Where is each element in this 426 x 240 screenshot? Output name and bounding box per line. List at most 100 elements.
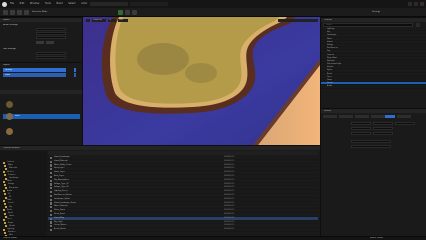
details-tab-general[interactable]	[323, 115, 337, 118]
asset-icon	[50, 209, 53, 213]
layer-label-rock: Rock	[15, 115, 20, 117]
viewport-transform-tools[interactable]	[278, 19, 318, 22]
content-icon[interactable]	[17, 10, 22, 15]
brush-falloff-field[interactable]	[36, 32, 66, 35]
rock-thumbnail-icon[interactable]	[6, 113, 13, 120]
details-location-y[interactable]	[373, 122, 393, 125]
outliner-row[interactable]: Audio	[321, 85, 426, 89]
details-tab-rendering[interactable]	[397, 115, 411, 118]
tool-settings-header: Tool Settings	[3, 48, 16, 50]
save-icon[interactable]	[3, 10, 8, 15]
asset-icon	[50, 221, 53, 224]
menu-build[interactable]: Build	[57, 0, 63, 8]
tool-strength-field[interactable]	[36, 52, 66, 55]
asset-icon	[50, 187, 53, 190]
tool-target-field[interactable]	[36, 56, 66, 59]
brush-mode-button[interactable]	[46, 41, 54, 44]
menu-select[interactable]: Select	[68, 0, 75, 8]
outliner-title: Outliner	[324, 18, 333, 21]
menu-window[interactable]: Window	[30, 0, 39, 8]
brush-shape-button[interactable]	[36, 41, 44, 44]
asset-icon	[50, 171, 53, 175]
asset-icon	[50, 164, 53, 167]
folder-list: Content Maps Materials Meshes Textures Landsc…	[0, 161, 47, 238]
details-location-x[interactable]	[351, 122, 371, 125]
details-rotation-y[interactable]	[373, 127, 393, 130]
details-mobility-field[interactable]	[351, 140, 391, 143]
brush-size-field[interactable]	[36, 28, 66, 31]
menu-edit[interactable]: Edit	[20, 0, 25, 8]
asset-icon	[50, 217, 53, 220]
details-scale-y[interactable]	[373, 132, 393, 135]
details-title: Details	[324, 109, 331, 112]
viewport-lit-button[interactable]: Lit	[108, 19, 116, 22]
asset-row[interactable]: Beach_Rocks 2024/01/12	[48, 228, 318, 232]
sand-thumbnail-icon[interactable]	[6, 101, 13, 108]
layer-list-header	[0, 90, 82, 94]
modes-tab[interactable]: Modes	[0, 18, 82, 22]
details-panel: Details	[321, 109, 426, 236]
brush-settings-header: Brush Settings	[3, 24, 18, 26]
folder-tree: Content Maps Materials Meshes Textures Landsc…	[0, 151, 47, 237]
menu-file[interactable]: File	[10, 0, 14, 8]
details-tab-physics[interactable]	[385, 115, 395, 118]
level-tab[interactable]	[90, 2, 128, 6]
details-scale-x[interactable]	[351, 132, 371, 135]
asset-icon	[50, 225, 53, 228]
layer-toggle[interactable]	[66, 68, 74, 77]
maximize-icon[interactable]	[414, 2, 418, 6]
divider	[0, 62, 82, 63]
modes-tab-label: Modes	[3, 18, 10, 21]
layer-label-ground: Ground	[5, 68, 13, 71]
viewport-show-label: Show	[119, 20, 124, 21]
viewport-scene	[83, 17, 320, 145]
asset-icon	[50, 160, 53, 163]
viewport-menu-icon[interactable]	[86, 19, 90, 22]
details-rotation-x[interactable]	[351, 127, 371, 130]
outliner-search-input[interactable]: Search...	[323, 23, 413, 27]
details-tab-misc[interactable]	[371, 115, 385, 118]
asset-icon	[50, 206, 53, 209]
minimize-icon[interactable]	[408, 2, 412, 6]
details-tab-actor[interactable]	[339, 115, 353, 118]
app-logo-icon[interactable]	[2, 1, 7, 7]
status-bar: Content Drawer Source Control	[0, 236, 426, 240]
outliner-tab[interactable]: Outliner	[321, 18, 426, 22]
select-mode-icon[interactable]	[10, 10, 15, 15]
play-icon[interactable]	[118, 10, 123, 15]
selection-mode-label: Selection Mode	[32, 10, 48, 13]
settings-label[interactable]: Settings	[372, 11, 380, 13]
asset-date: 2024/01/12	[224, 228, 235, 231]
content-browser-title: Content Browser	[3, 146, 20, 149]
viewport-show-button[interactable]: Show	[118, 19, 128, 22]
asset-icon	[50, 190, 53, 194]
blueprint-icon[interactable]	[24, 10, 29, 15]
close-icon[interactable]	[420, 2, 424, 6]
asset-name: Beach_Rocks	[54, 228, 66, 231]
asset-icon	[50, 198, 53, 201]
level-tab-2[interactable]	[130, 2, 168, 6]
outliner-search-placeholder: Search...	[326, 25, 333, 26]
stop-icon[interactable]	[132, 10, 137, 15]
details-tab[interactable]: Details	[321, 109, 426, 113]
details-location-z[interactable]	[395, 122, 415, 125]
details-tab-lod[interactable]	[355, 115, 369, 118]
content-path-bar	[48, 151, 318, 155]
content-browser-tab[interactable]: Content Browser	[0, 146, 320, 150]
layer-item-rock[interactable]: Rock	[3, 114, 80, 119]
layer-label-sand: Sand	[5, 73, 11, 76]
grass-thumbnail-icon[interactable]	[6, 128, 13, 135]
asset-icon	[50, 168, 53, 171]
menu-actor[interactable]: Actor	[81, 0, 87, 8]
layers-header: Layers	[3, 64, 10, 66]
outliner-row-label: Audio	[327, 85, 333, 88]
asset-icon	[50, 202, 53, 205]
level-viewport[interactable]: Perspective Lit Show	[83, 17, 320, 145]
pause-icon[interactable]	[125, 10, 130, 15]
details-material-field[interactable]	[351, 145, 391, 148]
outliner-settings-icon[interactable]	[416, 23, 420, 27]
viewport-perspective-button[interactable]: Perspective	[92, 19, 106, 22]
viewport-view-label: Lit	[109, 20, 111, 21]
brush-strength-field[interactable]	[36, 36, 66, 39]
menu-tools[interactable]: Tools	[45, 0, 51, 8]
